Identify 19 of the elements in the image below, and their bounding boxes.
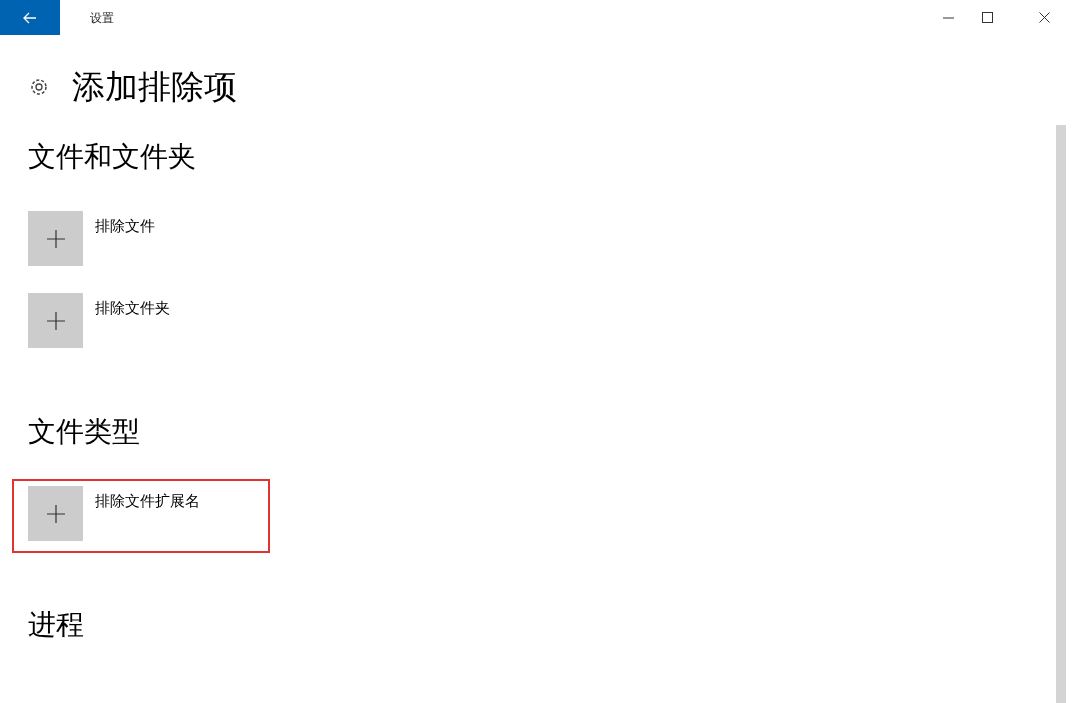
close-icon <box>1039 12 1050 23</box>
maximize-icon <box>982 12 993 23</box>
back-button[interactable] <box>0 0 60 35</box>
plus-icon <box>46 311 65 330</box>
plus-icon <box>46 229 65 248</box>
item-label: 排除文件扩展名 <box>95 491 200 512</box>
minimize-icon <box>943 16 954 19</box>
back-arrow-icon <box>23 11 37 24</box>
plus-icon <box>46 504 65 523</box>
page-title: 添加排除项 <box>72 70 237 103</box>
section-heading: 文件类型 <box>28 418 141 446</box>
add-button[interactable] <box>28 211 83 266</box>
item-label: 排除文件夹 <box>95 298 170 319</box>
add-button[interactable] <box>28 293 83 348</box>
section-heading: 文件和文件夹 <box>28 143 197 171</box>
section-heading: 进程 <box>28 611 85 639</box>
add-button[interactable] <box>28 486 83 541</box>
window-title: 设置 <box>90 9 114 27</box>
item-label: 排除文件 <box>95 216 155 237</box>
